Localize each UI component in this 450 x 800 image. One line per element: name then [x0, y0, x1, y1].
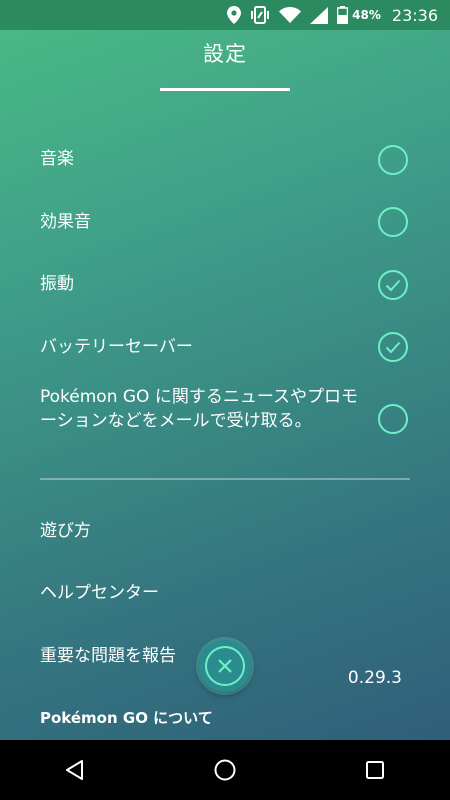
setting-row-vibration[interactable]: 振動: [40, 272, 410, 296]
checkmark-icon: [385, 279, 401, 291]
close-button[interactable]: [199, 640, 251, 692]
setting-row-music[interactable]: 音楽: [40, 147, 410, 171]
setting-label-vibration: 振動: [40, 274, 74, 294]
how-to-play-link[interactable]: 遊び方: [40, 519, 410, 543]
wifi-icon: [279, 6, 302, 24]
setting-label-music: 音楽: [40, 149, 74, 169]
section-divider: [40, 478, 410, 480]
status-bar: 48% 23:36: [0, 0, 450, 30]
home-button[interactable]: [195, 740, 255, 800]
setting-row-email-news[interactable]: Pokémon GO に関するニュースやプロモーションなどをメールで受け取る。: [40, 385, 362, 433]
setting-label-sound-effects: 効果音: [40, 212, 91, 232]
recents-icon: [366, 761, 384, 779]
clock: 23:36: [391, 5, 438, 25]
page-title: 設定: [203, 42, 247, 66]
navigation-bar: [0, 740, 450, 800]
signal-icon: [310, 6, 329, 24]
setting-row-battery-saver[interactable]: バッテリーセーバー: [40, 335, 410, 359]
setting-label-email-news: Pokémon GO に関するニュースやプロモーションなどをメールで受け取る。: [40, 387, 358, 431]
location-icon: [227, 6, 242, 24]
music-toggle[interactable]: [378, 145, 408, 175]
setting-label-battery-saver: バッテリーセーバー: [40, 337, 193, 357]
email-news-toggle[interactable]: [378, 404, 408, 434]
battery-saver-toggle[interactable]: [378, 332, 408, 362]
sound-effects-toggle[interactable]: [378, 207, 408, 237]
battery-icon: [337, 6, 349, 24]
home-icon: [214, 759, 236, 781]
checkmark-icon: [385, 341, 401, 353]
vibrate-icon: [250, 6, 270, 24]
close-button-ring: [205, 646, 245, 686]
about-link[interactable]: Pokémon GO について: [40, 706, 410, 730]
vibration-toggle[interactable]: [378, 270, 408, 300]
version-label: 0.29.3: [347, 668, 402, 688]
close-icon: [218, 659, 232, 673]
back-button[interactable]: [45, 740, 105, 800]
back-icon: [66, 760, 83, 780]
title-underline: [160, 88, 290, 91]
setting-row-sound-effects[interactable]: 効果音: [40, 210, 410, 234]
battery-percent: 48%: [352, 8, 381, 22]
help-center-link[interactable]: ヘルプセンター: [40, 581, 410, 605]
settings-screen: 48% 23:36 設定 音楽 効果音 振動 バッテリーセーバー Pokémon…: [0, 0, 450, 740]
recents-button[interactable]: [345, 740, 405, 800]
